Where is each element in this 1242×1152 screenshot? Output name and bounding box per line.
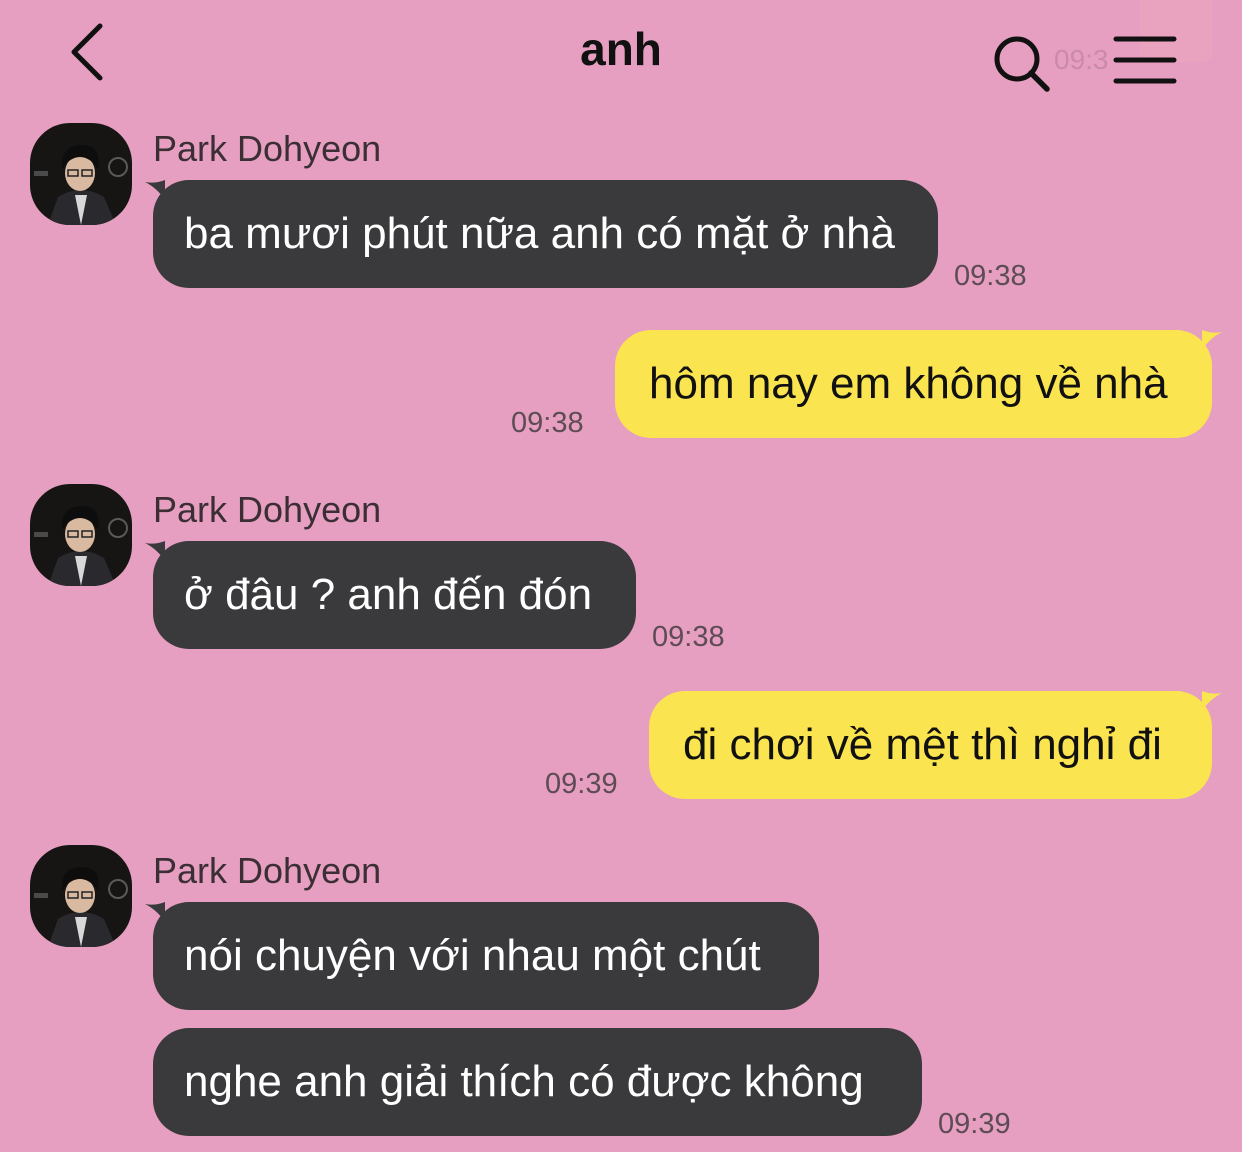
sender-avatar[interactable] [30, 845, 132, 947]
message-bubble-incoming[interactable]: nói chuyện với nhau một chút [153, 902, 819, 1010]
search-button[interactable] [990, 32, 1054, 96]
message-text: ba mươi phút nữa anh có mặt ở nhà [184, 209, 896, 258]
chat-header: anh 09:3 [0, 0, 1242, 110]
message-bubble-outgoing[interactable]: hôm nay em không về nhà [615, 330, 1212, 438]
sender-name: Park Dohyeon [153, 489, 382, 530]
message-text: hôm nay em không về nhà [649, 359, 1168, 408]
message-timestamp: 09:38 [511, 407, 584, 439]
avatar-photo-icon [30, 123, 132, 225]
message-text: nói chuyện với nhau một chút [184, 931, 761, 980]
message-bubble-outgoing[interactable]: đi chơi về mệt thì nghỉ đi [649, 691, 1212, 799]
avatar-photo-icon [30, 484, 132, 586]
message-timestamp: 09:38 [954, 260, 1027, 292]
avatar-photo-icon [30, 845, 132, 947]
message-timestamp: 09:39 [938, 1108, 1011, 1140]
sender-avatar[interactable] [30, 484, 132, 586]
message-bubble-incoming[interactable]: ở đâu ? anh đến đón [153, 541, 636, 649]
menu-button[interactable] [1112, 34, 1178, 86]
menu-icon [1113, 36, 1177, 84]
sender-name: Park Dohyeon [153, 128, 382, 169]
sender-avatar[interactable] [30, 123, 132, 225]
message-timestamp: 09:38 [652, 621, 725, 653]
message-bubble-incoming[interactable]: ba mươi phút nữa anh có mặt ở nhà [153, 180, 938, 288]
message-timestamp: 09:39 [545, 768, 618, 800]
search-icon [994, 36, 1050, 92]
message-text: nghe anh giải thích có được không [184, 1057, 864, 1106]
message-bubble-incoming[interactable]: nghe anh giải thích có được không [153, 1028, 922, 1136]
message-text: đi chơi về mệt thì nghỉ đi [683, 720, 1162, 769]
message-text: ở đâu ? anh đến đón [184, 570, 593, 619]
sender-name: Park Dohyeon [153, 850, 382, 891]
ghost-timestamp: 09:3 [1054, 44, 1109, 75]
